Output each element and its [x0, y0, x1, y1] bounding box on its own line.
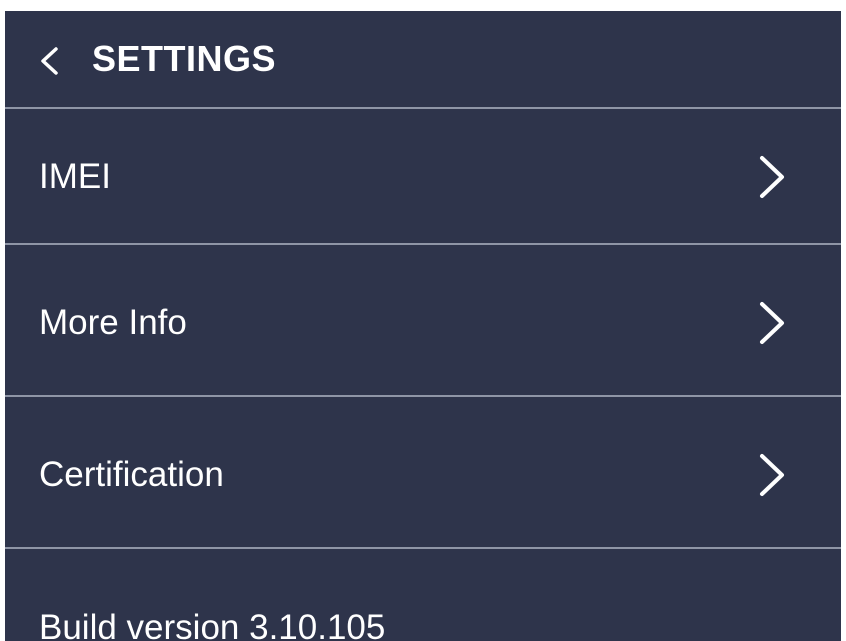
menu-item-label: IMEI	[39, 157, 111, 196]
chevron-right-icon	[760, 302, 784, 344]
menu-item-certification[interactable]: Certification	[5, 397, 841, 547]
menu-divider	[5, 547, 841, 549]
settings-screen: SETTINGS IMEI More Info Certification Bu…	[5, 11, 841, 641]
chevron-right-icon	[760, 454, 784, 496]
menu-item-label: Certification	[39, 455, 224, 494]
page-title: SETTINGS	[92, 38, 277, 79]
menu-item-more-info[interactable]: More Info	[5, 245, 841, 395]
header-bar: SETTINGS	[5, 11, 841, 107]
menu-item-label: More Info	[39, 303, 187, 342]
build-version-text: Build version 3.10.105	[39, 608, 386, 641]
back-chevron-icon[interactable]	[38, 47, 60, 75]
menu-item-imei[interactable]: IMEI	[5, 109, 841, 243]
chevron-right-icon	[760, 156, 784, 198]
